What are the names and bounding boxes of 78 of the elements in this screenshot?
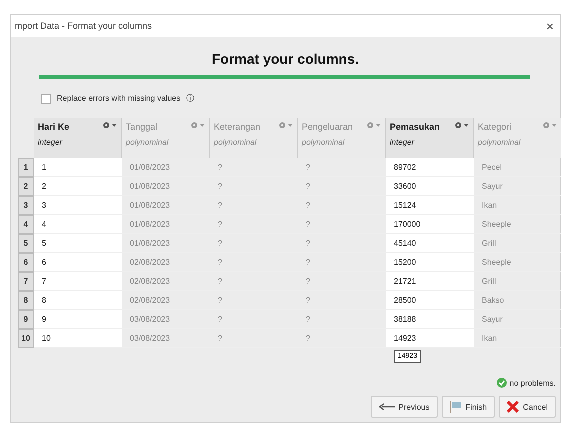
table-cell: 38188 xyxy=(386,310,474,329)
table-cell: 6 xyxy=(34,253,122,272)
row-number: 8 xyxy=(18,291,34,310)
row-number: 6 xyxy=(18,253,34,272)
row-number: 10 xyxy=(18,329,34,348)
table-cell: 4 xyxy=(34,215,122,234)
table-cell: ? xyxy=(210,177,298,196)
flag-icon xyxy=(450,401,462,413)
table-cell: 14923 xyxy=(386,329,474,348)
cancel-button[interactable]: Cancel xyxy=(499,396,556,418)
table-cell: ? xyxy=(210,234,298,253)
table-cell: ? xyxy=(210,215,298,234)
table-cell: 10 xyxy=(34,329,122,348)
table-cell: ? xyxy=(210,272,298,291)
table-cell: 01/08/2023 xyxy=(122,177,210,196)
info-icon: ⓘ xyxy=(186,93,195,104)
table-cell: 01/08/2023 xyxy=(122,196,210,215)
table-cell: Sheeple xyxy=(474,215,561,234)
table-cell: 8 xyxy=(34,291,122,310)
table-cell: ? xyxy=(210,291,298,310)
table-cell: 03/08/2023 xyxy=(122,329,210,348)
replace-errors-checkbox[interactable] xyxy=(41,94,51,104)
column-header[interactable]: Pemasukan integer xyxy=(386,118,474,158)
row-number: 7 xyxy=(18,272,34,291)
table-cell: Pecel xyxy=(474,158,561,177)
table-cell: Bakso xyxy=(474,291,561,310)
table-cell: ? xyxy=(210,196,298,215)
table-cell: 2 xyxy=(34,177,122,196)
checkbox-label: Replace errors with missing values xyxy=(57,94,181,103)
row-number: 2 xyxy=(18,177,34,196)
table-cell: 5 xyxy=(34,234,122,253)
page-heading: Format your columns. xyxy=(210,51,360,67)
table-cell: 45140 xyxy=(386,234,474,253)
gear-menu-icon[interactable] xyxy=(455,122,469,129)
table-cell: 28500 xyxy=(386,291,474,310)
table-cell: 1 xyxy=(34,158,122,177)
table-cell: 01/08/2023 xyxy=(122,158,210,177)
table-cell: 9 xyxy=(34,310,122,329)
row-number: 1 xyxy=(18,158,34,177)
table-cell: ? xyxy=(210,158,298,177)
cross-icon xyxy=(507,401,520,413)
table-cell: 170000 xyxy=(386,215,474,234)
row-number: 5 xyxy=(18,234,34,253)
table-cell: ? xyxy=(210,253,298,272)
table-cell: 33600 xyxy=(386,177,474,196)
table-cell: 02/08/2023 xyxy=(122,253,210,272)
table-cell: ? xyxy=(210,329,298,348)
table-cell: 21721 xyxy=(386,272,474,291)
table-cell: Grill xyxy=(474,234,561,253)
table-cell: 01/08/2023 xyxy=(122,234,210,253)
table-cell: 02/08/2023 xyxy=(122,272,210,291)
table-cell: Sheeple xyxy=(474,253,561,272)
finish-button[interactable]: Finish xyxy=(442,396,496,418)
status-text: no problems. xyxy=(510,378,556,388)
table-cell: 3 xyxy=(34,196,122,215)
previous-button[interactable]: Previous xyxy=(370,396,438,418)
gear-menu-icon[interactable] xyxy=(103,122,117,129)
close-button[interactable]: × xyxy=(546,18,554,34)
window-title: mport Data - Format your columns xyxy=(15,21,152,31)
check-circle-icon xyxy=(496,378,507,388)
table-cell: 7 xyxy=(34,272,122,291)
table-cell: 03/08/2023 xyxy=(122,310,210,329)
table-cell: Sayur xyxy=(474,177,561,196)
column-header[interactable]: Hari Ke integer xyxy=(34,118,122,158)
row-number: 9 xyxy=(18,310,34,329)
table-cell: Grill xyxy=(474,272,561,291)
table-cell: Ikan xyxy=(474,196,561,215)
table-cell: 02/08/2023 xyxy=(122,291,210,310)
row-number: 3 xyxy=(18,196,34,215)
table-cell: Sayur xyxy=(474,310,561,329)
table-cell: 15124 xyxy=(386,196,474,215)
table-cell: 89702 xyxy=(386,158,474,177)
table-cell: 01/08/2023 xyxy=(122,215,210,234)
table-cell: ? xyxy=(210,310,298,329)
table-cell: Ikan xyxy=(474,329,561,348)
row-number: 4 xyxy=(18,215,34,234)
arrow-left-icon xyxy=(378,403,395,411)
table-cell: 15200 xyxy=(386,253,474,272)
